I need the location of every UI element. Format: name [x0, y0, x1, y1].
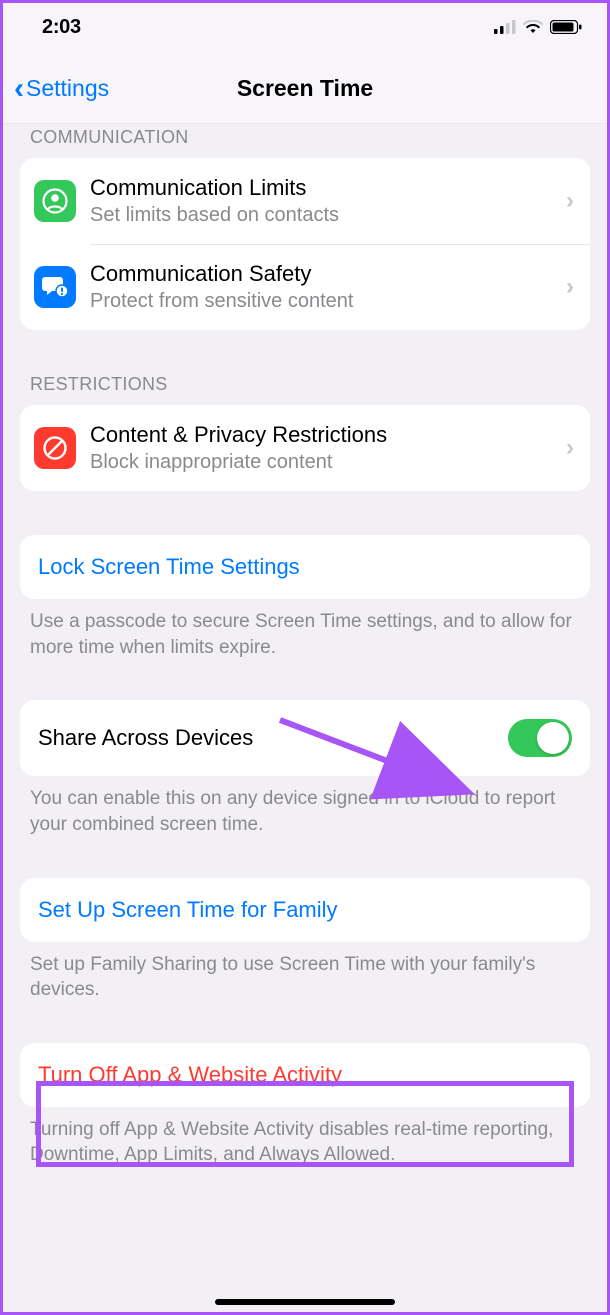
- section-header-restrictions: RESTRICTIONS: [30, 374, 590, 395]
- communication-card: Communication Limits Set limits based on…: [20, 158, 590, 330]
- family-card: Set Up Screen Time for Family: [20, 878, 590, 942]
- wifi-icon: [523, 20, 543, 34]
- home-indicator[interactable]: [215, 1299, 395, 1305]
- row-content-privacy[interactable]: Content & Privacy Restrictions Block ina…: [20, 405, 590, 491]
- row-subtitle: Block inappropriate content: [90, 449, 562, 475]
- chevron-right-icon: ›: [562, 273, 578, 301]
- back-label: Settings: [26, 75, 109, 102]
- person-circle-icon: [34, 180, 76, 222]
- row-label: Share Across Devices: [38, 725, 253, 751]
- row-title: Communication Safety: [90, 260, 562, 289]
- row-communication-safety[interactable]: Communication Safety Protect from sensit…: [20, 244, 590, 330]
- chevron-right-icon: ›: [562, 434, 578, 462]
- status-icons: [494, 20, 582, 34]
- nav-header: ‹ Settings Screen Time: [0, 54, 610, 124]
- row-title: Content & Privacy Restrictions: [90, 421, 562, 450]
- chat-alert-icon: [34, 266, 76, 308]
- share-devices-toggle[interactable]: [508, 719, 572, 757]
- status-bar: 2:03: [0, 0, 610, 54]
- turn-off-activity-button[interactable]: Turn Off App & Website Activity: [20, 1043, 590, 1107]
- status-time: 2:03: [42, 16, 81, 39]
- family-help-text: Set up Family Sharing to use Screen Time…: [20, 942, 590, 1003]
- section-header-communication: COMMUNICATION: [30, 124, 590, 148]
- row-subtitle: Set limits based on contacts: [90, 202, 562, 228]
- cellular-icon: [494, 20, 516, 34]
- row-subtitle: Protect from sensitive content: [90, 288, 562, 314]
- chevron-left-icon: ‹: [14, 74, 24, 104]
- back-button[interactable]: ‹ Settings: [14, 74, 109, 104]
- share-devices-card: Share Across Devices: [20, 700, 590, 776]
- lock-settings-card: Lock Screen Time Settings: [20, 535, 590, 599]
- lock-help-text: Use a passcode to secure Screen Time set…: [20, 599, 590, 660]
- turn-off-help-text: Turning off App & Website Activity disab…: [20, 1107, 590, 1168]
- lock-screen-time-button[interactable]: Lock Screen Time Settings: [20, 535, 590, 599]
- share-help-text: You can enable this on any device signed…: [20, 776, 590, 837]
- restrictions-card: Content & Privacy Restrictions Block ina…: [20, 405, 590, 491]
- battery-icon: [550, 20, 582, 34]
- no-entry-icon: [34, 427, 76, 469]
- row-share-across-devices: Share Across Devices: [20, 700, 590, 776]
- setup-family-button[interactable]: Set Up Screen Time for Family: [20, 878, 590, 942]
- chevron-right-icon: ›: [562, 187, 578, 215]
- row-communication-limits[interactable]: Communication Limits Set limits based on…: [20, 158, 590, 244]
- content-area: COMMUNICATION Communication Limits Set l…: [0, 124, 610, 1315]
- row-title: Communication Limits: [90, 174, 562, 203]
- turn-off-card: Turn Off App & Website Activity: [20, 1043, 590, 1107]
